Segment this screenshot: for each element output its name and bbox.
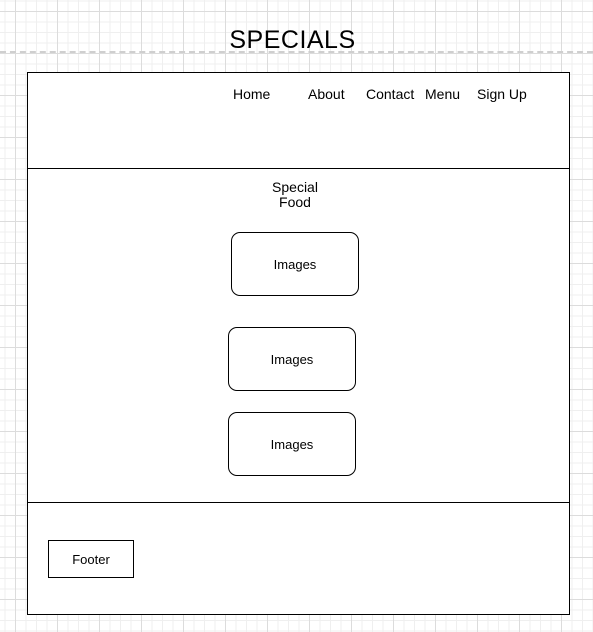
nav-about[interactable]: About	[308, 86, 345, 102]
image-placeholder-1: Images	[231, 232, 359, 296]
nav-contact[interactable]: Contact	[366, 86, 414, 102]
image-placeholder-3: Images	[228, 412, 356, 476]
footer-box: Footer	[48, 540, 134, 578]
section-heading-line1: Special	[272, 179, 318, 195]
section-heading-line2: Food	[279, 194, 311, 210]
section-heading: Special Food	[255, 180, 335, 210]
header-divider	[27, 168, 570, 169]
nav-home[interactable]: Home	[233, 86, 270, 102]
footer-divider	[27, 502, 570, 503]
nav-sign-up[interactable]: Sign Up	[477, 86, 527, 102]
nav-menu[interactable]: Menu	[425, 86, 460, 102]
page-divider	[0, 51, 593, 53]
image-placeholder-2: Images	[228, 327, 356, 391]
